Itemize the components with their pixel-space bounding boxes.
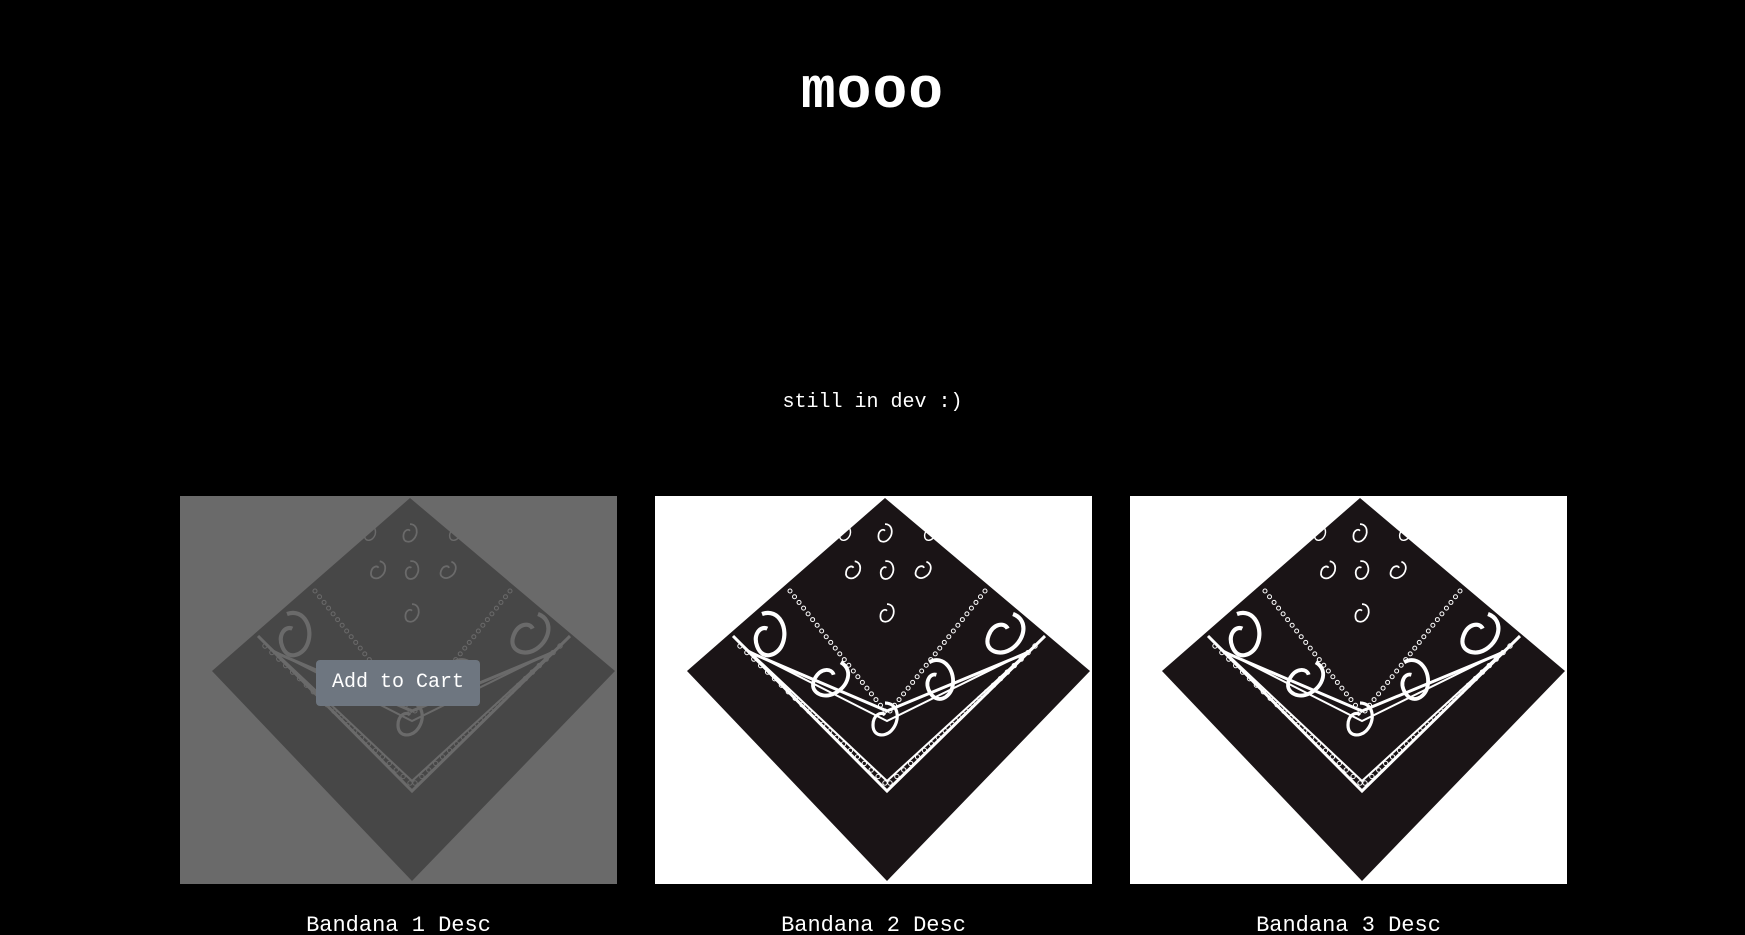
product-card[interactable]: Add to Cart Bandana 1 Desc: [180, 496, 617, 935]
product-card[interactable]: Bandana 3 Desc: [1130, 496, 1567, 935]
tagline: still in dev :): [782, 391, 963, 414]
product-description: Bandana 1 Desc: [306, 913, 491, 935]
product-image[interactable]: Add to Cart: [180, 496, 617, 884]
add-to-cart-button[interactable]: Add to Cart: [316, 660, 480, 706]
product-description: Bandana 3 Desc: [1256, 913, 1441, 935]
product-image[interactable]: [655, 496, 1092, 884]
product-image[interactable]: [1130, 496, 1567, 884]
site-logo[interactable]: mooo: [0, 58, 1745, 128]
product-description: Bandana 2 Desc: [781, 913, 966, 935]
product-card[interactable]: Bandana 2 Desc: [655, 496, 1092, 935]
bandana-image: [687, 498, 1090, 881]
bandana-image: [1162, 498, 1565, 881]
